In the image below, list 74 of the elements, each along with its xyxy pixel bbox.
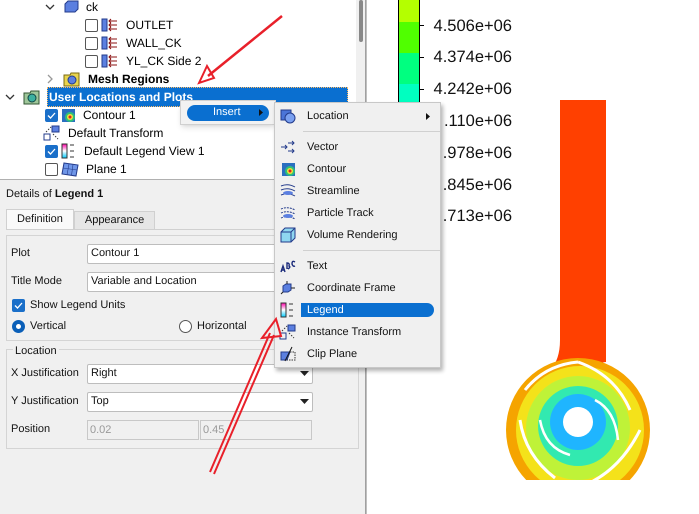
radio-label: Vertical [30,319,66,334]
checkbox[interactable] [12,299,25,312]
boundary-icon [101,36,119,50]
tree-item[interactable]: Default Legend View 1 [83,142,206,160]
clip-plane-icon [280,346,296,362]
legend-label: .845e+06 [442,174,512,196]
dropdown[interactable]: Right [87,364,313,384]
checkbox[interactable] [45,108,58,122]
checkbox[interactable] [85,54,98,68]
caret-icon [300,399,309,404]
cube-icon [280,227,296,243]
radio-button[interactable] [12,320,25,333]
legend-icon [280,302,296,318]
tab[interactable]: Definition [6,208,74,228]
transform-icon [279,324,297,340]
tree-item[interactable]: Plane 1 [85,160,128,178]
plane-icon [61,162,79,176]
menu-item[interactable]: Legend [301,303,434,317]
tree-item[interactable]: Default Transform [67,124,164,142]
field-label: Y Justification [11,394,80,410]
checkbox[interactable] [45,144,58,158]
legend-label: 4.242e+06 [434,79,512,100]
menu-item[interactable]: Vector [301,140,434,154]
menu-item[interactable]: Clip Plane [301,347,434,361]
boundary-icon [101,54,119,68]
tree-item[interactable]: OUTLET [125,16,174,34]
legend-label: .110e+06 [444,110,512,132]
particle-track-icon [280,205,296,221]
menu-item[interactable]: Insert [187,104,269,120]
menu-item[interactable]: Contour [301,162,434,176]
menu-item[interactable]: Streamline [301,184,434,198]
tree-item[interactable]: YL_CK Side 2 [125,52,202,70]
folder-icon [23,90,41,104]
checkbox-label: Show Legend Units [30,298,126,314]
folder-icon [63,72,81,86]
tree-item[interactable]: ck [85,0,99,16]
axes-icon [280,280,296,296]
tree-item[interactable]: Contour 1 [82,106,137,124]
boundary-icon [101,18,119,32]
radio-label: Horizontal [197,319,247,334]
transform-icon [43,125,61,141]
menu-item[interactable]: Volume Rendering [301,228,434,242]
legend-label: 4.506e+06 [434,16,512,37]
menu-item[interactable]: Instance Transform [301,325,434,339]
arrows-icon [280,140,296,154]
field-label: Title Mode [11,274,63,290]
abc-icon [280,258,296,274]
field-label: X Justification [11,366,80,382]
legend-label: .713e+06 [442,206,512,228]
tree-item[interactable]: Mesh Regions [87,70,170,88]
block-icon [63,0,79,14]
legend-icon [61,143,77,159]
contour-icon [280,162,296,176]
chevron-down-icon[interactable] [5,92,15,102]
checkbox[interactable] [45,162,58,176]
chevron-right-icon[interactable] [45,74,55,84]
legend-label: .978e+06 [442,142,512,164]
legend-label: 4.374e+06 [434,47,512,68]
panel-title: Details of Legend 1 [6,187,104,202]
checkbox[interactable] [85,18,98,32]
streamline-icon [280,183,296,199]
field-label: Position [11,422,52,438]
sphere-icon [280,108,296,124]
contour-icon [61,108,76,122]
menu-item[interactable]: Location [301,109,434,123]
menu-item[interactable]: Particle Track [301,206,434,220]
radio-button[interactable] [179,320,192,333]
chevron-down-icon[interactable] [45,2,55,12]
tab[interactable]: Appearance [74,210,156,228]
tree-item[interactable]: WALL_CK [125,34,183,52]
dropdown[interactable]: Top [87,392,313,412]
checkbox[interactable] [85,36,98,50]
field-label: Plot [11,246,31,262]
caret-icon [300,371,309,376]
